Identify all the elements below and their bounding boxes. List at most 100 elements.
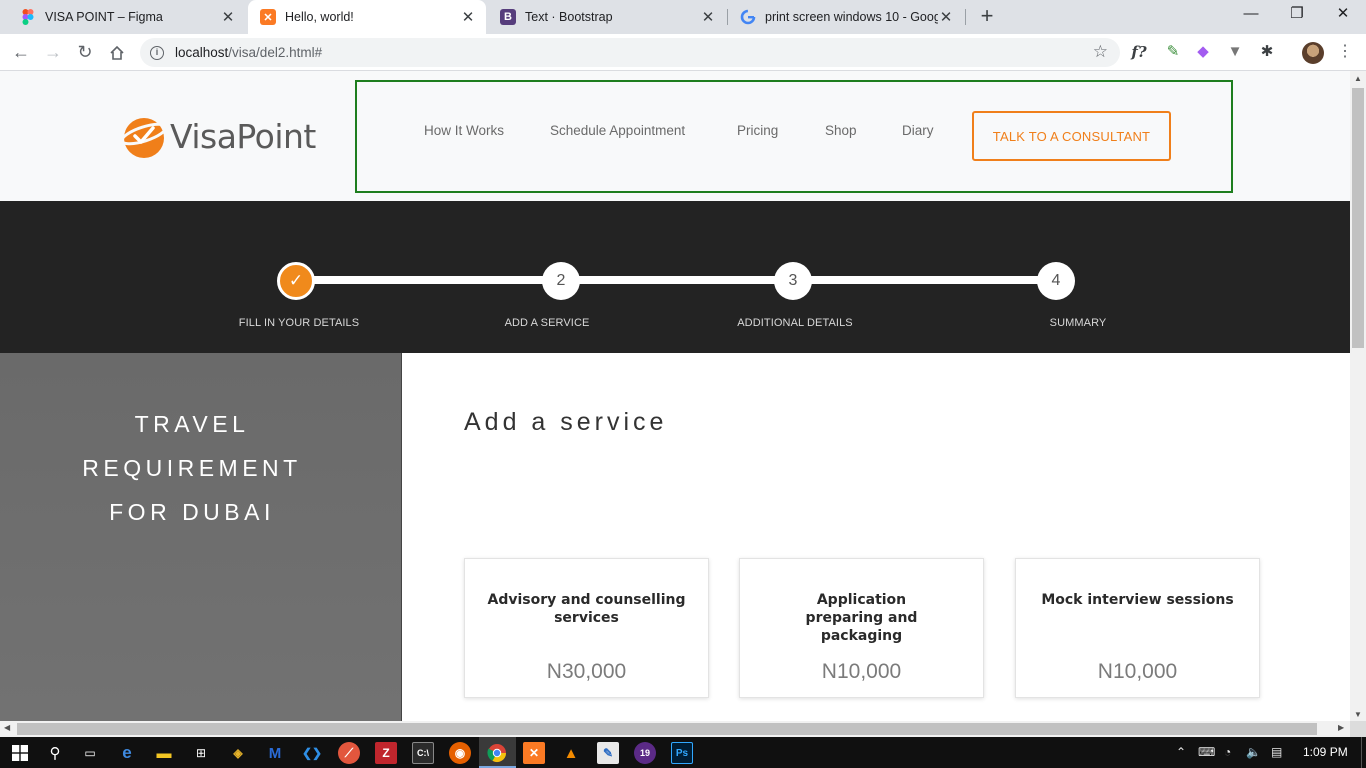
tab-title: print screen windows 10 - Google <box>765 10 938 24</box>
bookmark-star-icon[interactable]: ☆ <box>1093 42 1108 62</box>
step-4-label: SUMMARY <box>1049 317 1107 329</box>
close-icon[interactable]: ✕ <box>700 8 716 26</box>
paint-icon[interactable]: ✎ <box>597 742 619 764</box>
taskbar-clock[interactable]: 1:09 PM <box>1303 745 1348 759</box>
firefox-icon[interactable]: ◉ <box>449 742 471 764</box>
task-view-icon[interactable]: ▭ <box>79 742 101 764</box>
nav-pricing[interactable]: Pricing <box>737 123 778 138</box>
service-name: Application preparing and packaging <box>805 592 918 644</box>
service-card-advisory[interactable]: Advisory and counselling services N30,00… <box>464 558 709 698</box>
app-red-icon[interactable]: ⟋ <box>338 742 360 764</box>
reload-icon[interactable]: ↻ <box>72 40 98 66</box>
travel-heading-line-2: REQUIREMENT <box>82 455 302 481</box>
windows-start-icon[interactable] <box>9 742 31 764</box>
figma-icon <box>20 9 36 25</box>
horizontal-scrollbar[interactable]: ◀ ▶ <box>0 721 1350 737</box>
scroll-up-icon[interactable]: ▲ <box>1350 74 1366 83</box>
restore-icon[interactable]: ❐ <box>1274 0 1320 30</box>
profile-avatar[interactable] <box>1302 42 1324 64</box>
progress-stepper: ✓ 2 3 4 FILL IN YOUR DETAILS ADD A SERVI… <box>0 201 1350 353</box>
nav-shop[interactable]: Shop <box>825 123 857 138</box>
window-close-icon[interactable]: ✕ <box>1320 0 1366 30</box>
nav-how-it-works[interactable]: How It Works <box>424 123 504 138</box>
browser-toolbar: ← → ↻ i localhost/visa/del2.html# ☆ f? ✎… <box>0 34 1366 71</box>
volume-icon[interactable]: 🔈 <box>1246 745 1261 759</box>
nav-schedule-appointment[interactable]: Schedule Appointment <box>550 123 685 138</box>
app-19-icon[interactable]: 19 <box>634 742 656 764</box>
page-title: Add a service <box>464 408 668 436</box>
site-logo[interactable]: VisaPoint <box>120 111 316 161</box>
store-icon[interactable]: ⊞ <box>190 742 212 764</box>
horizontal-scroll-thumb[interactable] <box>17 723 1317 735</box>
scroll-left-icon[interactable]: ◀ <box>4 723 10 732</box>
windows-taskbar: ⚲ ▭ e ▬ ⊞ ◈ M ❮❯ ⟋ Z C:\ ◉ ✕ ▲ ✎ 19 Ps ⌃… <box>0 737 1366 768</box>
page-viewport: VisaPoint How It Works Schedule Appointm… <box>0 71 1350 721</box>
tab-hello-world[interactable]: ✕ Hello, world! ✕ <box>248 0 486 34</box>
service-price: N30,000 <box>546 660 627 683</box>
new-tab-icon[interactable]: + <box>975 4 999 30</box>
scrollbar-corner <box>1350 721 1366 737</box>
url-host: localhost <box>175 45 229 60</box>
photoshop-icon[interactable]: Ps <box>671 742 693 764</box>
tab-separator <box>965 9 966 25</box>
step-3-circle: 3 <box>774 262 812 300</box>
color-ext-icon[interactable]: ◆ <box>1192 42 1214 64</box>
xampp-icon: ✕ <box>260 9 276 25</box>
forward-icon[interactable]: → <box>40 40 66 66</box>
font-ext-icon[interactable]: f? <box>1128 42 1150 64</box>
xampp-taskbar-icon[interactable]: ✕ <box>523 742 545 764</box>
eyedropper-ext-icon[interactable]: ✎ <box>1162 42 1184 64</box>
scroll-right-icon[interactable]: ▶ <box>1338 723 1344 732</box>
vue-ext-icon[interactable]: ▼ <box>1224 42 1246 64</box>
site-header: VisaPoint How It Works Schedule Appointm… <box>0 71 1350 201</box>
service-card-application[interactable]: Application preparing and packaging N10,… <box>739 558 984 698</box>
bootstrap-icon: B <box>500 9 516 25</box>
scroll-down-icon[interactable]: ▼ <box>1350 710 1366 719</box>
service-price: N10,000 <box>1097 660 1178 683</box>
malwarebytes-icon[interactable]: M <box>264 742 286 764</box>
nav-diary[interactable]: Diary <box>902 123 934 138</box>
vertical-scrollbar[interactable]: ▲ ▼ <box>1350 71 1366 721</box>
vertical-scroll-thumb[interactable] <box>1352 88 1364 348</box>
file-explorer-icon[interactable]: ▬ <box>153 742 175 764</box>
git-icon[interactable]: ◈ <box>227 742 249 764</box>
tab-title: VISA POINT – Figma <box>45 10 163 24</box>
close-icon[interactable]: ✕ <box>938 8 954 26</box>
back-icon[interactable]: ← <box>8 40 34 66</box>
step-1-check-icon: ✓ <box>277 262 315 300</box>
puzzle-ext-icon[interactable]: ✱ <box>1256 42 1278 64</box>
stepper-track <box>296 276 1056 284</box>
vscode-icon[interactable]: ❮❯ <box>301 742 323 764</box>
step-1-label: FILL IN YOUR DETAILS <box>238 317 360 329</box>
tab-title: Text · Bootstrap <box>525 10 613 24</box>
tab-google[interactable]: print screen windows 10 - Google ✕ <box>728 0 964 34</box>
notifications-icon[interactable]: ▤ <box>1271 745 1282 759</box>
vlc-icon[interactable]: ▲ <box>560 742 582 764</box>
minimize-icon[interactable]: — <box>1228 0 1274 30</box>
show-desktop-button[interactable] <box>1361 737 1366 768</box>
service-card-mock-interview[interactable]: Mock interview sessions N10,000 <box>1015 558 1260 698</box>
edge-icon[interactable]: e <box>116 742 138 764</box>
chrome-icon[interactable] <box>486 742 508 764</box>
travel-requirement-panel: TRAVEL REQUIREMENT FOR DUBAI <box>0 353 402 721</box>
google-icon <box>740 9 756 25</box>
step-2-circle: 2 <box>542 262 580 300</box>
tab-figma[interactable]: VISA POINT – Figma ✕ <box>8 0 246 34</box>
browser-menu-icon[interactable]: ⋮ <box>1337 42 1353 64</box>
service-name: Mock interview sessions <box>1041 592 1234 608</box>
filezilla-icon[interactable]: Z <box>375 742 397 764</box>
site-info-icon[interactable]: i <box>150 45 164 60</box>
home-icon[interactable] <box>104 40 130 66</box>
talk-to-consultant-button[interactable]: TALK TO A CONSULTANT <box>972 111 1171 161</box>
step-4-circle: 4 <box>1037 262 1075 300</box>
input-method-icon[interactable]: ⌨ <box>1198 745 1215 759</box>
cmd-icon[interactable]: C:\ <box>412 742 434 764</box>
travel-heading-line-3: FOR DUBAI <box>109 499 275 525</box>
address-bar[interactable]: i localhost/visa/del2.html# ☆ <box>140 38 1120 67</box>
tray-overflow-icon[interactable]: ⌃ <box>1176 745 1186 759</box>
close-icon[interactable]: ✕ <box>220 8 236 26</box>
wifi-icon[interactable]: ◔ <box>1224 745 1231 759</box>
tab-bootstrap[interactable]: B Text · Bootstrap ✕ <box>488 0 726 34</box>
close-icon[interactable]: ✕ <box>460 8 476 26</box>
search-icon[interactable]: ⚲ <box>44 742 66 764</box>
